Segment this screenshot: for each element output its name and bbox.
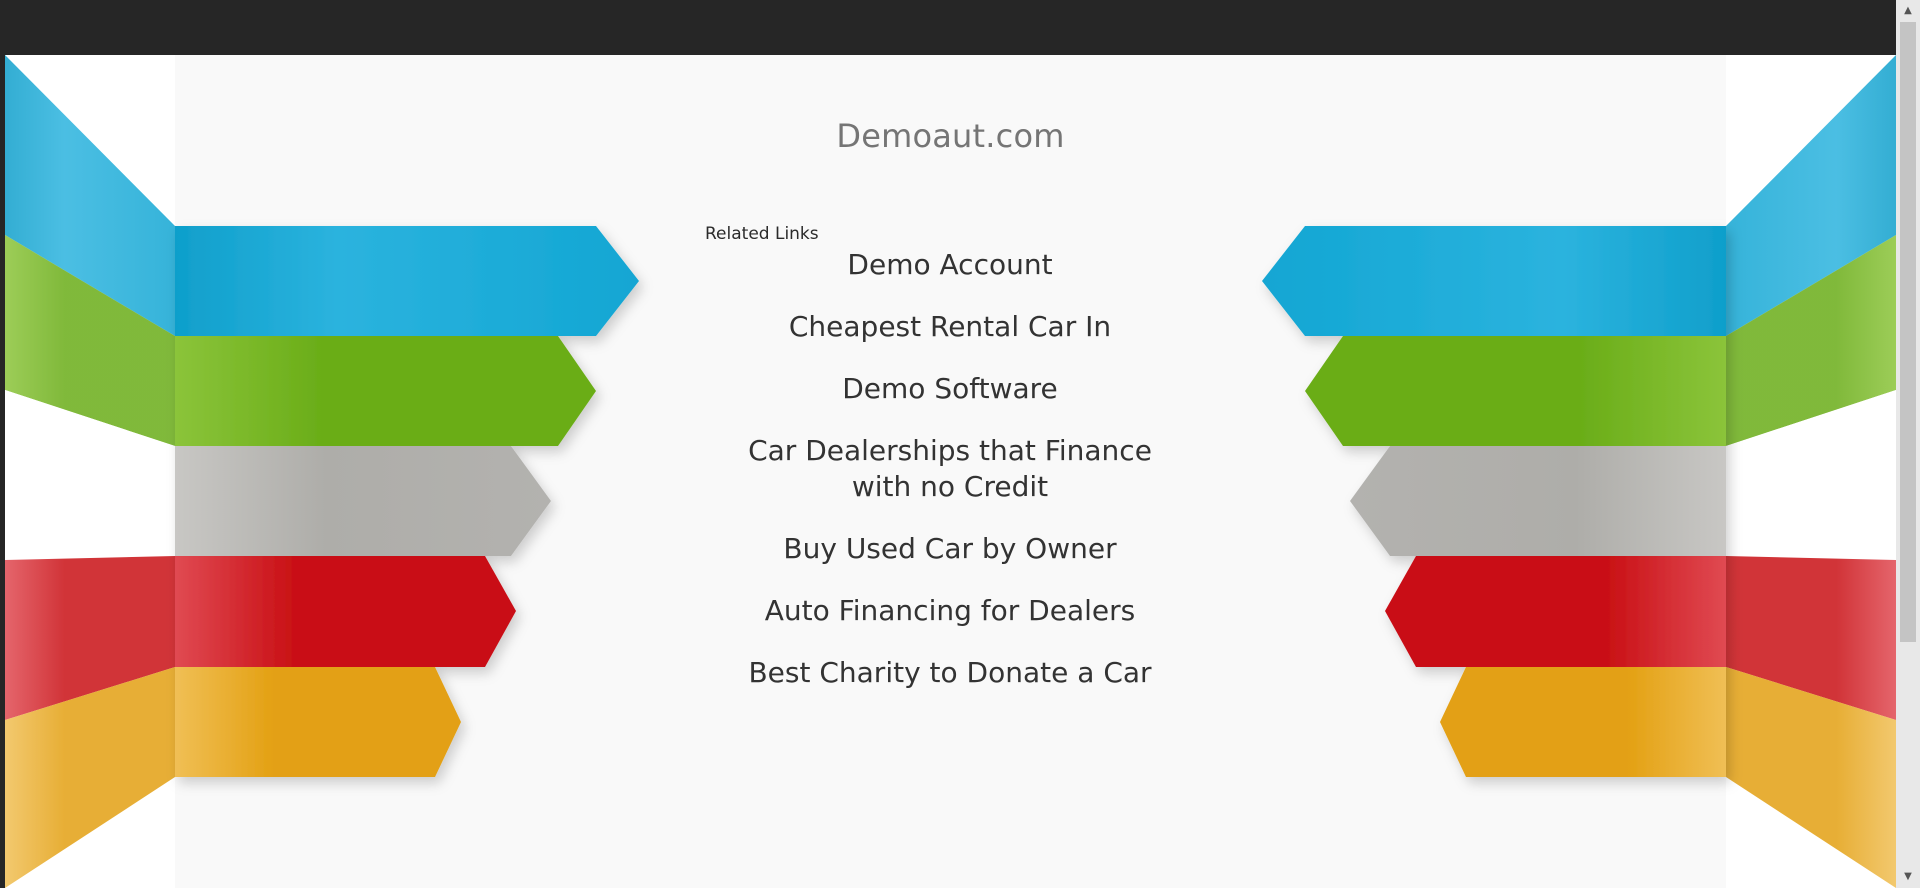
related-link-demo-account[interactable]: Demo Account bbox=[705, 247, 1195, 283]
related-link-demo-software[interactable]: Demo Software bbox=[705, 371, 1195, 407]
browser-top-bar bbox=[0, 0, 1920, 55]
scrollbar-thumb[interactable] bbox=[1900, 22, 1916, 642]
related-links-block: Related Links Demo Account Cheapest Rent… bbox=[705, 221, 1195, 691]
triangle-up-icon[interactable]: ▲ bbox=[1896, 2, 1920, 20]
site-title: Demoaut.com bbox=[836, 117, 1065, 155]
page-viewport: Demoaut.com Related Links Demo Account C… bbox=[5, 55, 1896, 888]
related-link-buy-used-car[interactable]: Buy Used Car by Owner bbox=[705, 531, 1195, 567]
related-links-heading: Related Links bbox=[705, 224, 819, 244]
related-link-cheapest-rental-car[interactable]: Cheapest Rental Car In bbox=[705, 309, 1195, 345]
related-link-car-dealerships-finance[interactable]: Car Dealerships that Finance with no Cre… bbox=[705, 433, 1195, 505]
related-links-list: Demo Account Cheapest Rental Car In Demo… bbox=[705, 247, 1195, 691]
related-link-charity-donate-car[interactable]: Best Charity to Donate a Car bbox=[705, 655, 1195, 691]
related-link-auto-financing[interactable]: Auto Financing for Dealers bbox=[705, 593, 1195, 629]
vertical-scrollbar[interactable]: ▲ ▼ bbox=[1896, 0, 1920, 888]
triangle-down-icon[interactable]: ▼ bbox=[1896, 868, 1920, 886]
